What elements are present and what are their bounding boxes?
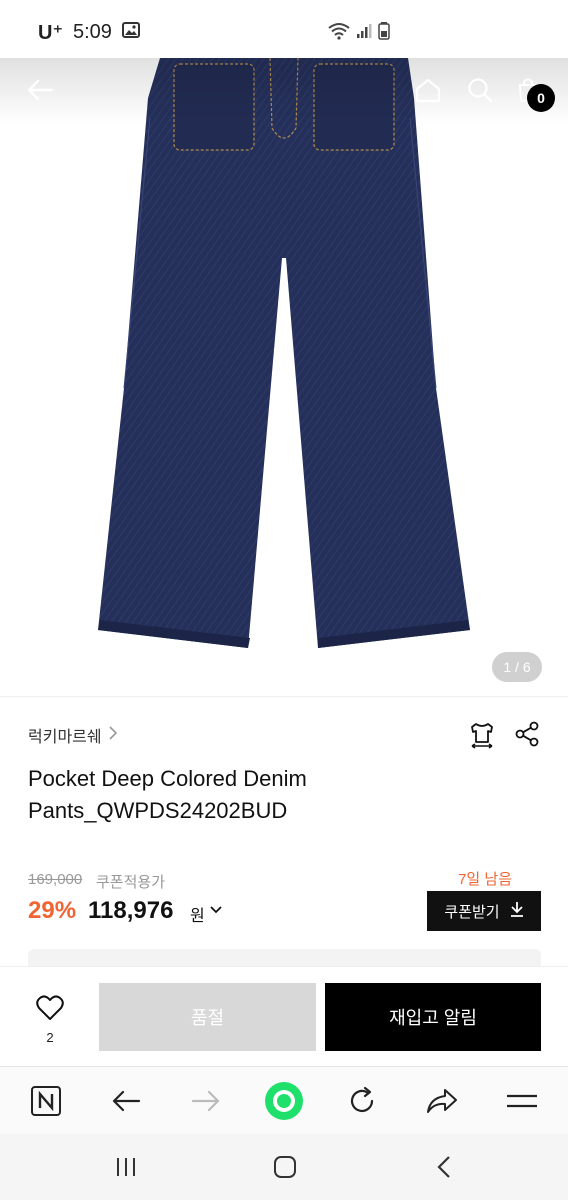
green-dot-icon[interactable] xyxy=(264,1081,304,1121)
restock-alert-button[interactable]: 재입고 알림 xyxy=(325,983,541,1051)
cart-count-badge: 0 xyxy=(527,84,555,112)
back-arrow-icon[interactable] xyxy=(22,72,58,108)
browser-back-icon[interactable] xyxy=(106,1081,146,1121)
back-nav-icon[interactable] xyxy=(426,1152,462,1182)
like-count: 2 xyxy=(46,1030,54,1045)
coupon-price-label: 쿠폰적용가 xyxy=(96,874,166,891)
image-counter: 1 / 6 xyxy=(492,652,542,682)
soldout-button[interactable]: 품절 xyxy=(99,983,316,1051)
purchase-action-bar: 2 품절 재입고 알림 xyxy=(0,966,568,1066)
gallery-notification-icon xyxy=(121,21,140,44)
currency-label: 원 xyxy=(190,908,205,925)
get-coupon-button[interactable]: 쿠폰받기 xyxy=(427,891,541,931)
size-guide-shirt-icon[interactable] xyxy=(468,721,496,754)
recent-apps-icon[interactable] xyxy=(108,1152,144,1182)
product-image[interactable] xyxy=(0,58,568,696)
signal-icon xyxy=(356,23,372,44)
coupon-days-left: 7일 남음 xyxy=(458,871,512,888)
carrier-label: U⁺ xyxy=(38,22,63,44)
clock: 5:09 xyxy=(73,21,112,43)
overlay-header xyxy=(0,58,568,124)
browser-forward-icon[interactable] xyxy=(186,1081,226,1121)
home-nav-icon[interactable] xyxy=(267,1152,303,1182)
product-info: 럭키마르쉐 Pocket Deep Colored Denim Pants_QW… xyxy=(0,696,568,967)
original-price: 169,000 xyxy=(28,871,83,888)
discount-rate: 29% xyxy=(28,897,77,924)
status-bar: U⁺ 5:09 xyxy=(0,0,568,58)
home-icon[interactable] xyxy=(410,72,446,108)
naver-home-icon[interactable] xyxy=(26,1081,66,1121)
browser-toolbar xyxy=(0,1066,568,1134)
battery-icon xyxy=(378,22,390,45)
system-nav-bar xyxy=(0,1134,568,1200)
info-strip xyxy=(28,949,541,967)
share-arrow-icon[interactable] xyxy=(422,1081,462,1121)
wifi-icon xyxy=(328,22,350,45)
search-icon[interactable] xyxy=(462,72,498,108)
get-coupon-label: 쿠폰받기 xyxy=(444,903,500,921)
refresh-icon[interactable] xyxy=(342,1081,382,1121)
chevron-right-icon xyxy=(108,725,118,745)
product-title: Pocket Deep Colored Denim Pants_QWPDS242… xyxy=(28,766,307,823)
heart-icon xyxy=(36,995,64,1025)
download-icon xyxy=(510,901,524,921)
menu-icon[interactable] xyxy=(502,1081,542,1121)
price-detail-chevron-icon[interactable] xyxy=(210,902,222,918)
like-button[interactable]: 2 xyxy=(28,995,72,1045)
brand-name: 럭키마르쉐 xyxy=(28,729,102,746)
brand-link[interactable]: 럭키마르쉐 xyxy=(28,723,118,747)
share-icon[interactable] xyxy=(514,721,540,754)
sale-price: 118,976 xyxy=(88,897,174,924)
